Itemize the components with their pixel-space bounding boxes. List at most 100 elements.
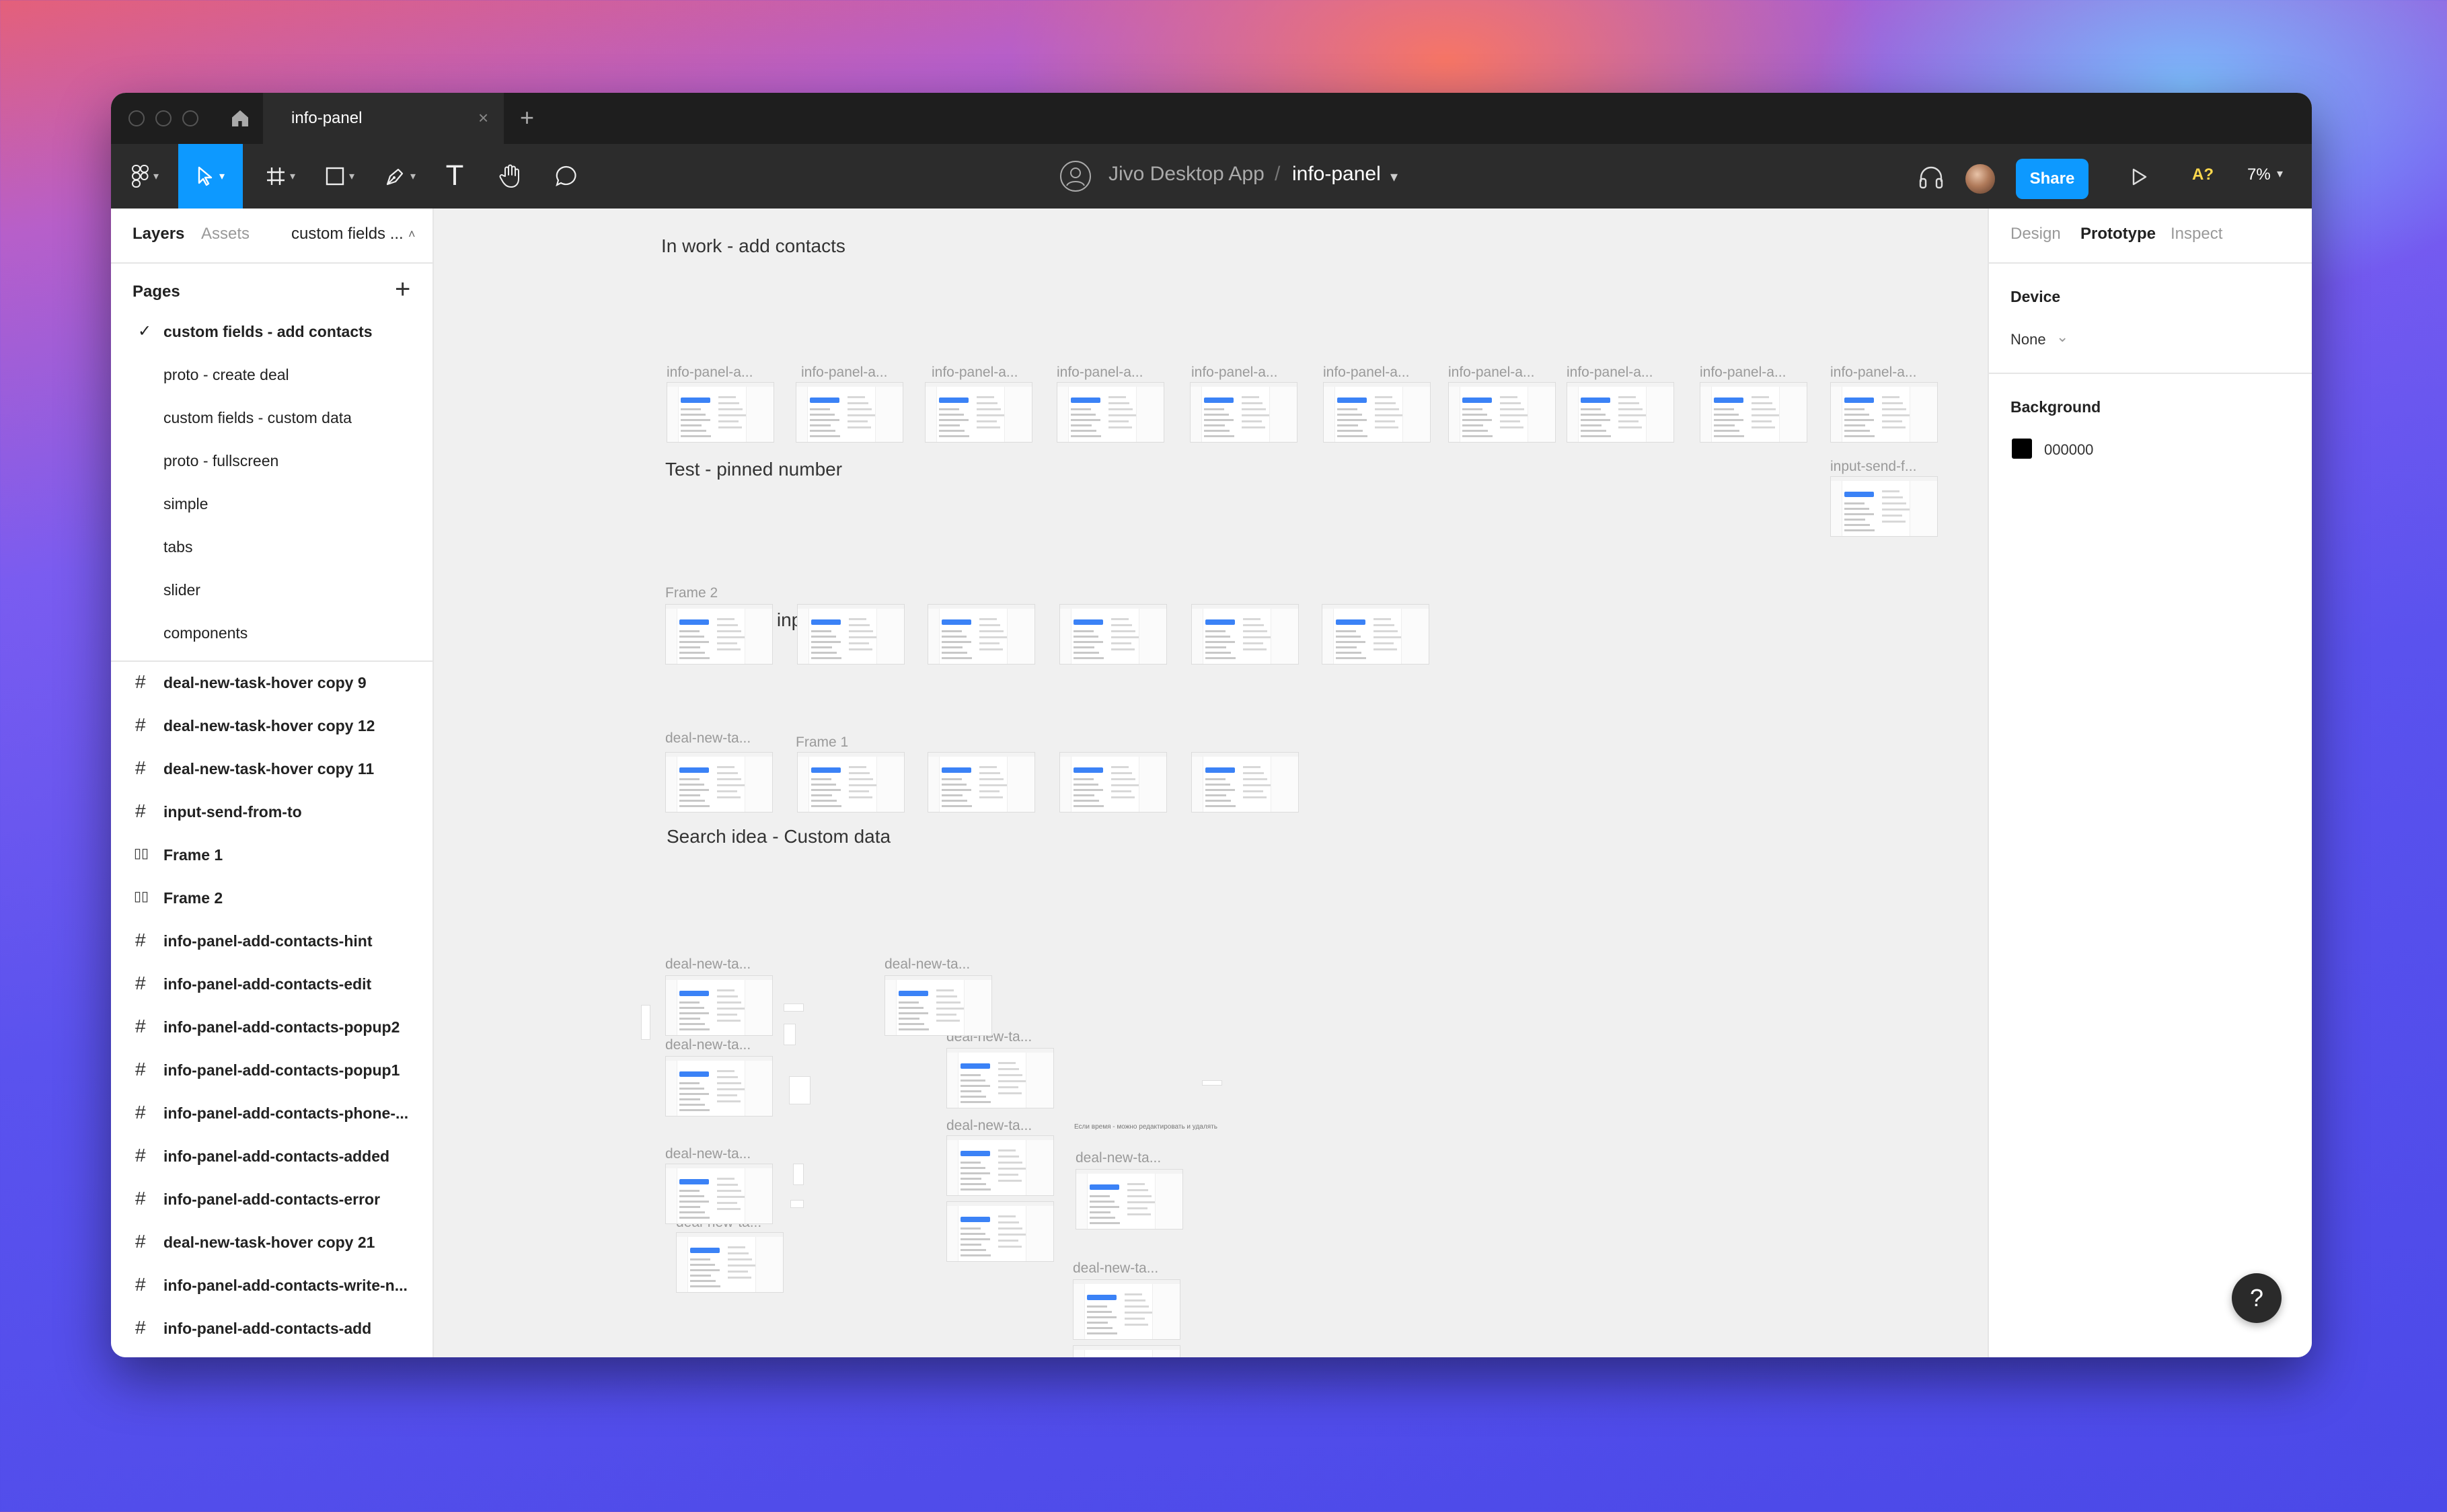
frame-thumbnail[interactable] [928, 604, 1035, 665]
main-menu-button[interactable]: ▾ [123, 144, 167, 209]
frame-label[interactable]: deal-new-ta... [665, 1146, 751, 1162]
frame-label[interactable]: info-panel-a... [1057, 365, 1143, 381]
frame-tool-button[interactable]: ▾ [254, 144, 307, 209]
frame-thumbnail[interactable] [676, 1232, 784, 1293]
chevron-down-icon[interactable]: ⌄ [2056, 328, 2068, 346]
hand-tool-button[interactable] [485, 144, 535, 209]
frame-thumbnail[interactable] [1323, 382, 1431, 443]
close-window-button[interactable] [128, 110, 145, 126]
frame-thumbnail[interactable] [1076, 1169, 1183, 1230]
device-dropdown[interactable]: None [2010, 331, 2046, 348]
frame-thumbnail[interactable] [1448, 382, 1556, 443]
frame-thumbnail[interactable] [1057, 382, 1164, 443]
tab-prototype[interactable]: Prototype [2080, 225, 2156, 243]
frame-thumbnail[interactable] [665, 975, 773, 1036]
zoom-level-dropdown[interactable]: 7% [2247, 165, 2271, 184]
layer-item[interactable]: info-panel-add-contacts-error [163, 1190, 380, 1209]
chevron-up-icon[interactable]: ˄ [408, 227, 416, 241]
tab-inspect[interactable]: Inspect [2171, 225, 2222, 243]
frame-label[interactable]: deal-new-ta... [665, 1037, 751, 1053]
layer-item[interactable]: info-panel-add-contacts-popup2 [163, 1018, 400, 1036]
frame-thumbnail[interactable] [1190, 382, 1297, 443]
add-page-button[interactable]: + [395, 274, 410, 305]
page-item-components[interactable]: components [163, 624, 248, 642]
frame-label[interactable]: info-panel-a... [1830, 365, 1916, 381]
layer-item[interactable]: Frame 1 [163, 846, 223, 864]
tab-layers[interactable]: Layers [133, 225, 184, 243]
layer-item[interactable]: info-panel-add-contacts-phone-... [163, 1104, 408, 1123]
frame-thumbnail[interactable] [884, 975, 992, 1036]
loose-component[interactable] [793, 1164, 804, 1185]
page-item-slider[interactable]: slider [163, 581, 200, 599]
frame-thumbnail[interactable] [946, 1048, 1054, 1108]
frame-thumbnail[interactable] [1700, 382, 1807, 443]
file-tab[interactable]: info-panel × [263, 93, 504, 144]
page-item-proto-fullscreen[interactable]: proto - fullscreen [163, 452, 278, 470]
frame-thumbnail[interactable] [946, 1201, 1054, 1262]
user-avatar[interactable] [1965, 164, 1995, 194]
page-item-tabs[interactable]: tabs [163, 538, 192, 556]
frame-thumbnail[interactable] [1073, 1279, 1180, 1340]
frame-label[interactable]: input-send-f... [1830, 459, 1916, 475]
comment-tool-button[interactable] [541, 144, 591, 209]
frame-label[interactable]: info-panel-a... [1323, 365, 1409, 381]
background-hex-input[interactable]: 000000 [2044, 441, 2093, 459]
new-tab-button[interactable]: + [520, 104, 534, 132]
shape-tool-button[interactable]: ▾ [313, 144, 367, 209]
page-item-simple[interactable]: simple [163, 495, 208, 513]
tab-design[interactable]: Design [2010, 225, 2061, 243]
page-item-custom-fields-custom-data[interactable]: custom fields - custom data [163, 409, 352, 427]
page-item-custom-fields-add-contacts[interactable]: custom fields - add contacts [163, 323, 373, 341]
page-dropdown[interactable]: custom fields ... [291, 225, 404, 243]
frame-thumbnail[interactable] [665, 1164, 773, 1224]
section-title[interactable]: In work - add contacts [661, 235, 845, 257]
frame-thumbnail[interactable] [1830, 476, 1938, 537]
frame-thumbnail[interactable] [796, 382, 903, 443]
frame-label[interactable]: deal-new-ta... [884, 956, 970, 973]
layer-item[interactable]: info-panel-add-contacts-added [163, 1147, 389, 1166]
section-title[interactable]: Search idea - Custom data [667, 826, 891, 847]
share-button[interactable]: Share [2016, 159, 2088, 199]
zoom-chevron-icon[interactable]: ▾ [2277, 167, 2283, 181]
frame-thumbnail[interactable] [1059, 752, 1167, 812]
layer-item[interactable]: deal-new-task-hover copy 11 [163, 760, 374, 778]
loose-component[interactable] [790, 1200, 804, 1208]
tab-assets[interactable]: Assets [201, 225, 250, 243]
zoom-window-button[interactable] [182, 110, 198, 126]
frame-thumbnail[interactable] [1191, 752, 1299, 812]
text-tool-button[interactable]: T [432, 144, 477, 209]
frame-label[interactable]: info-panel-a... [801, 365, 887, 381]
section-title[interactable]: Test - pinned number [665, 459, 842, 480]
background-color-swatch[interactable] [2012, 439, 2032, 459]
loose-component[interactable] [1202, 1080, 1222, 1086]
loose-component[interactable] [789, 1076, 811, 1104]
frame-label[interactable]: deal-new-ta... [1073, 1260, 1158, 1277]
frame-label[interactable]: info-panel-a... [667, 365, 753, 381]
accessibility-check-button[interactable]: A? [2192, 165, 2214, 184]
loose-component[interactable] [784, 1024, 796, 1045]
frame-thumbnail[interactable] [1059, 604, 1167, 665]
frame-thumbnail[interactable] [1191, 604, 1299, 665]
frame-thumbnail[interactable] [925, 382, 1032, 443]
layer-item[interactable]: info-panel-add-contacts-write-n... [163, 1277, 408, 1295]
loose-component[interactable] [784, 1004, 804, 1012]
frame-thumbnail[interactable] [1567, 382, 1674, 443]
loose-component[interactable] [641, 1005, 650, 1040]
layer-item[interactable]: deal-new-task-hover copy 9 [163, 674, 367, 692]
frame-label[interactable]: deal-new-ta... [665, 956, 751, 973]
pen-tool-button[interactable]: ▾ [373, 144, 427, 209]
frame-thumbnail[interactable] [1322, 604, 1429, 665]
frame-thumbnail[interactable] [665, 604, 773, 665]
frame-label[interactable]: Frame 2 [665, 585, 718, 601]
team-name[interactable]: Jivo Desktop App [1108, 163, 1265, 186]
frame-label[interactable]: info-panel-a... [1191, 365, 1277, 381]
layer-item[interactable]: input-send-from-to [163, 803, 302, 821]
present-play-icon[interactable] [2129, 167, 2149, 187]
frame-thumbnail[interactable] [946, 1135, 1054, 1196]
layer-item[interactable]: Frame 2 [163, 889, 223, 907]
frame-label[interactable]: info-panel-a... [1700, 365, 1786, 381]
move-tool-button[interactable]: ▾ [178, 144, 243, 209]
frame-label[interactable]: Frame 1 [796, 734, 848, 751]
help-button[interactable]: ? [2232, 1273, 2282, 1323]
layer-item[interactable]: info-panel-add-contacts-edit [163, 975, 371, 993]
